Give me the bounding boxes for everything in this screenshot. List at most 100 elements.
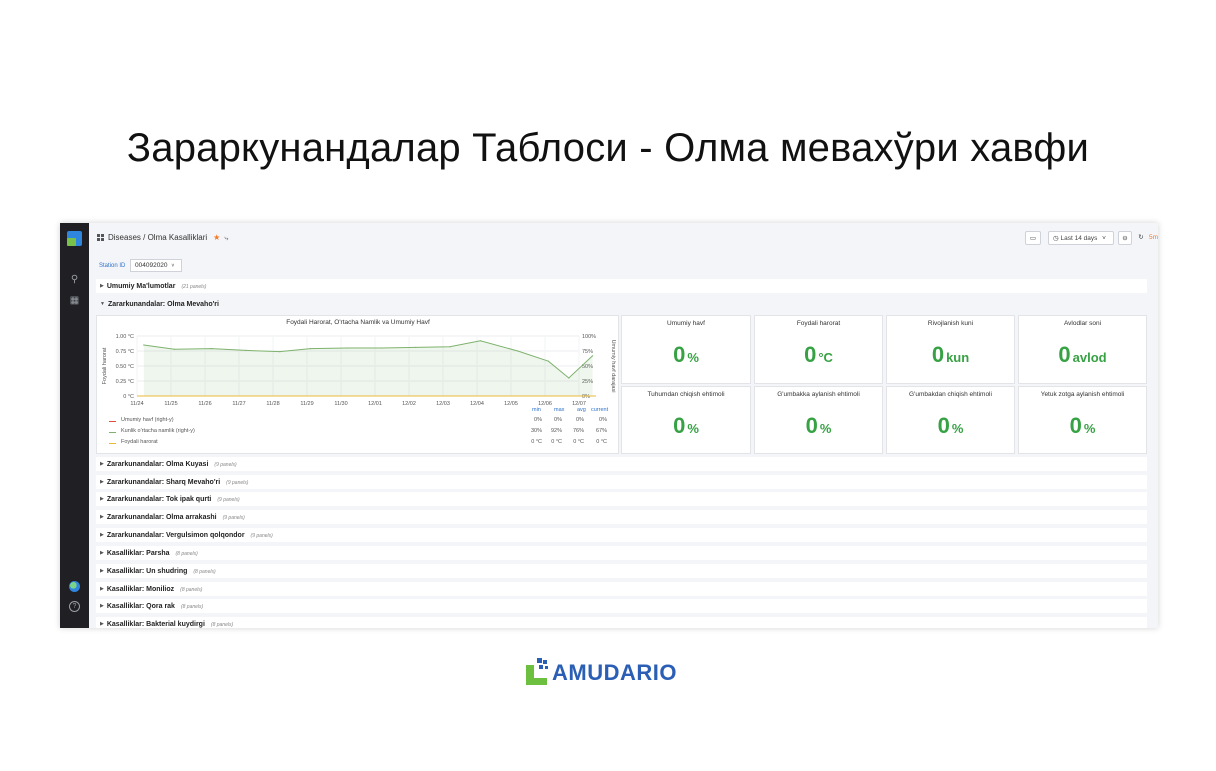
row-olma-arrakashi[interactable]: ▶ Zararkunandalar: Olma arrakashi (9 panel… <box>96 510 1147 524</box>
monitor-icon: ▭ <box>1029 235 1037 242</box>
stat-unit: % <box>687 421 699 436</box>
row-umumiy-malumotlar[interactable]: ▶ Umumiy Ma'lumotlar (21 panels) <box>96 279 1147 293</box>
legend-current: 67% <box>595 428 607 434</box>
stat-panel-foydali-harorat[interactable]: Foydali harorat 0 °C <box>754 315 883 384</box>
stat-panel-avlodlar-soni[interactable]: Avlodlar soni 0 avlod <box>1018 315 1147 384</box>
stat-value: 0% <box>622 413 750 439</box>
x-tick: 11/24 <box>130 401 143 407</box>
row-olma-kuyasi[interactable]: ▶ Zararkunandalar: Olma Kuyasi (9 panels) <box>96 457 1147 471</box>
breadcrumb-text[interactable]: Diseases / Olma Kasalliklari <box>108 233 207 242</box>
row-parsha[interactable]: ▶ Kasalliklar: Parsha (8 panels) <box>96 546 1147 560</box>
stat-panel-rivojlanish-kuni[interactable]: Rivojlanish kuni 0 kun <box>886 315 1015 384</box>
chevron-right-icon: ▶ <box>100 603 104 609</box>
help-icon[interactable]: ? <box>69 601 80 612</box>
chevron-right-icon: ▶ <box>100 514 104 520</box>
stat-number: 0 <box>1058 342 1071 367</box>
station-id-value: 004092020 <box>135 262 168 269</box>
row-panel-count: (9 panels) <box>250 533 273 539</box>
globe-icon[interactable] <box>69 581 80 592</box>
breadcrumb[interactable]: Diseases / Olma Kasalliklari ★ ⤷ <box>97 233 228 243</box>
chevron-right-icon: ▶ <box>100 496 104 502</box>
stat-value: 0% <box>622 342 750 368</box>
x-tick: 11/30 <box>334 401 347 407</box>
stat-panel-yetuk-zotga-aylanish[interactable]: Yetuk zotga aylanish ehtimoli 0% <box>1018 386 1147 454</box>
search-icon[interactable]: ⚲ <box>60 274 89 286</box>
row-tok-ipak-qurti[interactable]: ▶ Zararkunandalar: Tok ipak qurti (9 panel… <box>96 492 1147 506</box>
amudario-logo-icon <box>526 658 548 685</box>
legend-item[interactable]: Foydali harorat 0 °C 0 °C 0 °C 0 °C <box>109 439 618 449</box>
row-title: Zararkunandalar: Olma Kuyasi <box>106 461 209 468</box>
row-vergulsimon-qolqondor[interactable]: ▶ Zararkunandalar: Vergulsimon qolqondor (… <box>96 528 1147 542</box>
y-tick-right: 75% <box>582 349 593 355</box>
data-point <box>479 340 481 342</box>
chart-panel: Foydali Harorat, O'rtacha Namlik va Umum… <box>96 315 619 454</box>
legend-col-current: current <box>591 407 609 413</box>
chevron-down-icon: ˅ <box>1102 235 1106 242</box>
legend-col-max: max <box>554 407 565 413</box>
row-panel-count: (8 panels) <box>180 587 203 593</box>
x-tick: 11/25 <box>164 401 177 407</box>
legend-item[interactable]: Umumiy havf (right-y) 0% 0% 0% 0% <box>109 417 618 427</box>
refresh-interval-label: 5m <box>1149 234 1158 241</box>
stat-unit: % <box>687 350 699 365</box>
row-monilioz[interactable]: ▶ Kasalliklar: Monilioz (8 panels) <box>96 582 1147 596</box>
x-tick: 11/29 <box>300 401 313 407</box>
legend-name: Foydali harorat <box>121 439 158 445</box>
stat-value: 0 avlod <box>1019 342 1146 368</box>
row-qora-rak[interactable]: ▶ Kasalliklar: Qora rak (8 panels) <box>96 599 1147 613</box>
station-id-label: Station ID <box>99 263 126 269</box>
stat-number: 0 <box>673 413 686 438</box>
stat-panel-gumbakdan-chiqish[interactable]: G'umbakdan chiqish ehtimoli 0% <box>886 386 1015 454</box>
stat-value: 0 kun <box>887 342 1014 368</box>
x-tick: 12/05 <box>504 401 518 407</box>
row-olma-mevahori[interactable]: ▼ Zararkunandalar: Olma Mevaho'ri <box>96 297 1147 311</box>
tv-mode-button[interactable]: ▭ <box>1025 231 1041 245</box>
stat-value: 0% <box>887 413 1014 439</box>
dashboards-icon[interactable]: ▦ <box>60 295 89 307</box>
stat-unit: % <box>819 421 832 436</box>
row-sharq-mevahori[interactable]: ▶ Zararkunandalar: Sharq Mevaho'ri (9 pane… <box>96 475 1147 489</box>
data-point <box>211 348 213 350</box>
y-axis-label-right: Umumiy havf darajasi <box>610 340 616 393</box>
data-point <box>381 347 383 349</box>
time-range-picker[interactable]: ◷ Last 14 days ˅ <box>1048 231 1114 245</box>
stat-panel-umumiy-havf[interactable]: Umumiy havf 0% <box>621 315 751 384</box>
zoom-out-button[interactable]: ⊖ <box>1118 231 1132 245</box>
stat-title: G'umbakdan chiqish ehtimoli <box>909 391 992 398</box>
row-bakterial-kuydirgi[interactable]: ▶ Kasalliklar: Bakterial kuydirgi (8 panel… <box>96 617 1147 628</box>
legend-name: Kunlik o'rtacha namlik (right-y) <box>121 428 195 434</box>
legend-col-avg: avg <box>577 407 586 413</box>
legend-swatch <box>109 443 116 444</box>
row-un-shudring[interactable]: ▶ Kasalliklar: Un shudring (8 panels) <box>96 564 1147 578</box>
y-tick-left: 0.25 °C <box>116 379 134 385</box>
stat-number: 0 <box>804 342 817 367</box>
data-point <box>547 360 549 362</box>
stat-title: Yetuk zotga aylanish ehtimoli <box>1040 391 1125 398</box>
chart-title: Foydali Harorat, O'rtacha Namlik va Umum… <box>286 319 430 326</box>
share-icon[interactable]: ⤷ <box>224 235 228 242</box>
data-point <box>245 349 247 351</box>
app-logo-icon[interactable] <box>67 231 82 246</box>
row-panel-count: (9 panels) <box>214 462 237 468</box>
stat-panel-tuhumdan-chiqish[interactable]: Tuhumdan chiqish ehtimoli 0% <box>621 386 751 454</box>
row-title: Zararkunandalar: Olma arrakashi <box>106 514 217 521</box>
x-tick: 12/01 <box>368 401 382 407</box>
amudario-logo: AMUDARIO <box>523 656 703 692</box>
refresh-icon: ↻ <box>1138 234 1144 241</box>
stat-value: 0% <box>1019 413 1146 439</box>
stat-value: 0% <box>755 413 882 439</box>
station-id-select[interactable]: 004092020 ˅ <box>130 259 182 272</box>
row-title: Zararkunandalar: Sharq Mevaho'ri <box>106 479 221 486</box>
refresh-button[interactable]: ↻ <box>1135 231 1147 245</box>
brand-name: AMUDARIO <box>552 660 677 685</box>
chevron-down-icon: ▼ <box>100 301 105 307</box>
stat-unit: avlod <box>1072 350 1107 365</box>
refresh-interval-picker[interactable]: 5m <box>1149 231 1158 245</box>
stat-title: G'umbakka aylanish ehtimoli <box>777 391 860 398</box>
stat-panel-gumbakka-aylanish[interactable]: G'umbakka aylanish ehtimoli 0% <box>754 386 883 454</box>
sidebar: ⚲ ▦ ? <box>60 223 89 628</box>
star-icon[interactable]: ★ <box>213 233 220 242</box>
x-tick: 11/27 <box>232 401 245 407</box>
legend-item[interactable]: Kunlik o'rtacha namlik (right-y) 30% 92%… <box>109 428 618 438</box>
data-point <box>592 355 594 357</box>
